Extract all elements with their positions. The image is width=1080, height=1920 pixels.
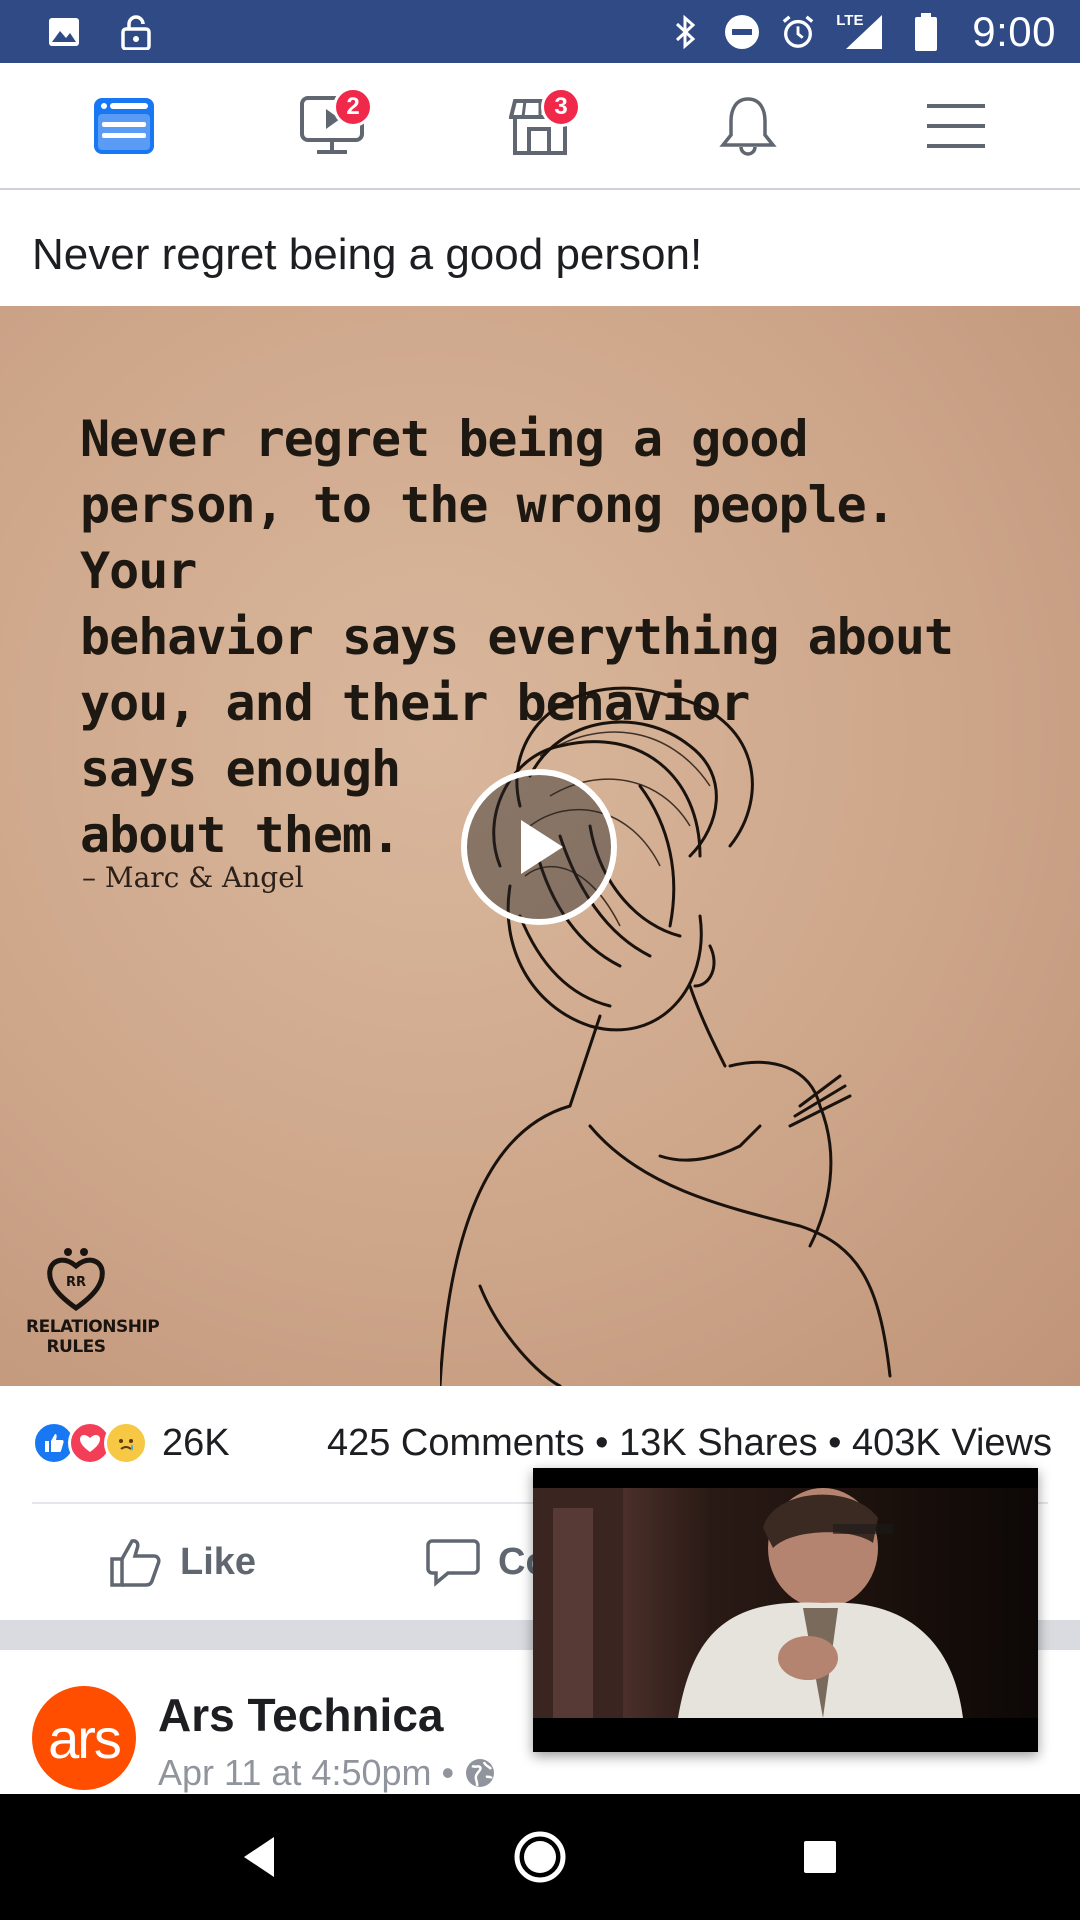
home-circle-icon <box>514 1831 566 1883</box>
quote-line: behavior says everything about <box>80 608 954 666</box>
recents-square-icon <box>804 1841 836 1873</box>
page-avatar[interactable]: ars <box>32 1686 136 1790</box>
back-triangle-icon <box>244 1837 274 1877</box>
quote-line: person, to the wrong people. Your <box>80 476 896 600</box>
quote-author: – Marc & Angel <box>82 861 304 894</box>
svg-text:RR: RR <box>66 1275 86 1290</box>
reaction-count: 26K <box>162 1421 230 1464</box>
tab-news-feed[interactable] <box>79 81 169 171</box>
clock: 9:00 <box>972 7 1056 55</box>
globe-icon <box>466 1759 495 1787</box>
relationship-rules-logo: RR RELATIONSHIP RULES <box>26 1246 160 1357</box>
top-navigation: 2 3 <box>0 63 1080 190</box>
sad-reaction-icon <box>104 1421 148 1465</box>
tab-marketplace[interactable]: 3 <box>495 81 585 171</box>
hamburger-menu-icon <box>927 103 985 148</box>
marketplace-badge: 3 <box>541 86 581 127</box>
news-feed-icon <box>94 97 154 154</box>
comment-icon <box>426 1539 480 1587</box>
heart-logo-icon: RR <box>47 1248 105 1312</box>
battery-icon <box>908 12 944 51</box>
brand-name: RELATIONSHIP <box>26 1317 160 1337</box>
status-bar: LTE 9:00 <box>0 0 1080 63</box>
play-button[interactable] <box>461 769 617 925</box>
video-scene <box>533 1488 963 1718</box>
like-button[interactable]: Like <box>108 1537 256 1587</box>
tab-notifications[interactable] <box>703 81 793 171</box>
thumbs-up-icon <box>110 1539 161 1587</box>
watch-badge: 2 <box>333 86 373 127</box>
quote-line: Never regret being a good <box>80 410 809 468</box>
play-icon <box>521 820 563 874</box>
bluetooth-icon <box>668 14 704 50</box>
alarm-icon <box>780 14 816 50</box>
reactions-summary[interactable]: 26K <box>32 1421 230 1465</box>
recents-button[interactable] <box>780 1817 860 1897</box>
signal-icon: LTE <box>836 12 888 50</box>
back-button[interactable] <box>220 1817 300 1897</box>
gallery-icon <box>46 14 82 50</box>
comment-button[interactable]: Co <box>426 1537 549 1587</box>
tab-menu[interactable] <box>911 81 1001 171</box>
page-name[interactable]: Ars Technica <box>158 1688 443 1742</box>
video-frame <box>533 1488 1038 1718</box>
comments-shares-views[interactable]: 425 Comments • 13K Shares • 403K Views <box>327 1422 1052 1465</box>
bell-icon <box>719 96 777 156</box>
lock-icon <box>118 14 154 50</box>
post-meta: Apr 11 at 4:50pm • <box>158 1752 496 1794</box>
post-video[interactable]: Never regret being a good person, to the… <box>0 306 1080 1386</box>
post-stats: 26K 425 Comments • 13K Shares • 403K Vie… <box>32 1413 1052 1473</box>
picture-in-picture-video[interactable] <box>533 1468 1038 1752</box>
tab-watch[interactable]: 2 <box>287 81 377 171</box>
do-not-disturb-icon <box>724 14 760 50</box>
post-caption: Never regret being a good person! <box>32 230 703 279</box>
brand-subname: RULES <box>46 1337 106 1357</box>
post-timestamp[interactable]: Apr 11 at 4:50pm • <box>158 1752 454 1794</box>
like-label: Like <box>180 1540 257 1583</box>
home-button[interactable] <box>500 1817 580 1897</box>
system-navigation-bar <box>0 1794 1080 1920</box>
